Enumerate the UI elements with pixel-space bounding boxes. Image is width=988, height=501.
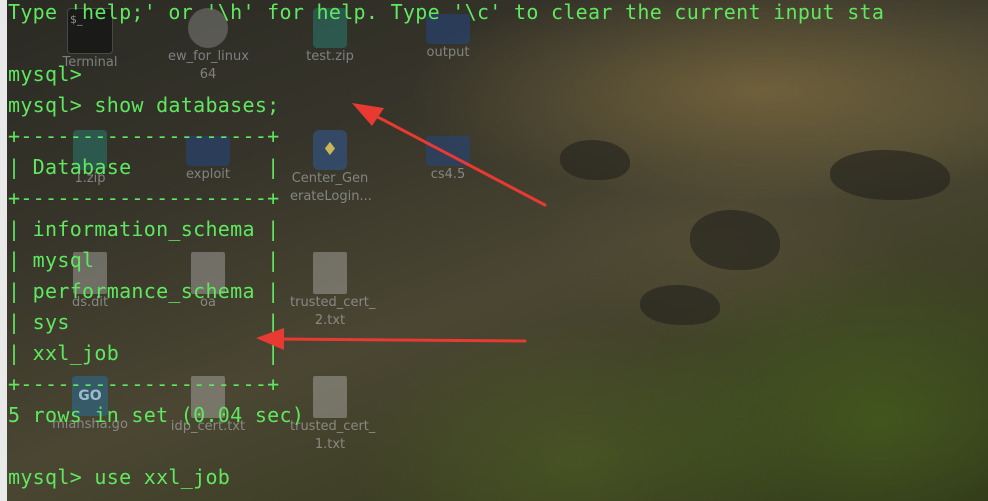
annotation-arrows bbox=[256, 103, 547, 350]
arrow-to-xxl-job bbox=[256, 328, 527, 350]
arrow-to-show-databases bbox=[352, 103, 547, 207]
